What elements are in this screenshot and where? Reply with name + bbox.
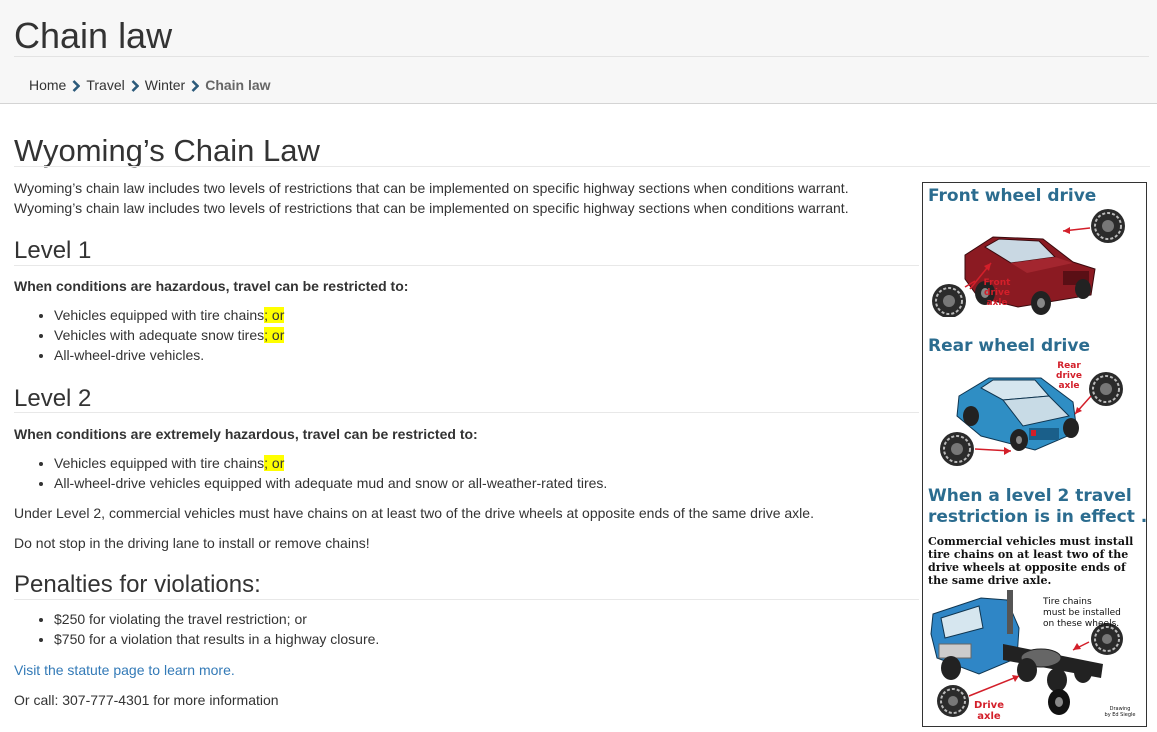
chain-law-infographic: Front wheel drive Front drive axle Rear … [922, 182, 1147, 727]
svg-text:drive: drive [1056, 371, 1082, 381]
penalties-heading: Penalties for violations: [14, 571, 261, 598]
front-wheel-drive-car-illustration: Front drive axle [932, 209, 1125, 317]
list-item: Vehicles with adequate snow tires; or [54, 325, 285, 345]
commercial-vehicle-note: tire chains on at least two of the [928, 548, 1129, 561]
call-paragraph: Or call: 307-777-4301 for more informati… [14, 692, 279, 708]
svg-text:must be installed: must be installed [1043, 608, 1121, 618]
svg-text:drive: drive [984, 288, 1010, 298]
section-divider [14, 599, 919, 600]
tire-chains-label: Tire chains [1042, 597, 1092, 607]
title-divider [14, 56, 1149, 57]
intro-paragraph: Wyoming’s chain law includes two levels … [14, 200, 849, 216]
svg-text:axle: axle [977, 711, 1001, 722]
svg-text:on these wheels.: on these wheels. [1043, 619, 1119, 629]
commercial-vehicle-note: the same drive axle. [928, 574, 1052, 587]
highlight: ; or [264, 327, 285, 343]
svg-text:axle: axle [986, 298, 1007, 308]
level2-heading: Level 2 [14, 385, 92, 412]
breadcrumb-home[interactable]: Home [29, 77, 66, 93]
list-item: Vehicles equipped with tire chains; or [54, 453, 607, 473]
rear-wheel-drive-heading: Rear wheel drive [928, 336, 1090, 356]
breadcrumb: Home Travel Winter Chain law [29, 76, 271, 96]
rear-drive-axle-label: Rear [1057, 361, 1081, 371]
list-item: All-wheel-drive vehicles. [54, 345, 284, 365]
chained-tire-icon [1091, 209, 1125, 243]
statute-link[interactable]: Visit the statute page to learn more. [14, 662, 235, 678]
list-item: Vehicles equipped with tire chains; or [54, 305, 285, 325]
intro-paragraph: Wyoming’s chain law includes two levels … [14, 180, 849, 196]
section-divider [14, 265, 919, 266]
statute-paragraph: Visit the statute page to learn more. [14, 660, 235, 680]
breadcrumb-travel[interactable]: Travel [86, 77, 124, 93]
level1-heading: Level 1 [14, 237, 92, 264]
penalties-list: $250 for violating the travel restrictio… [14, 609, 379, 649]
page-title: Chain law [14, 15, 173, 56]
highlight: ; or [264, 455, 285, 471]
svg-text:axle: axle [1058, 381, 1079, 391]
level2-warning: Do not stop in the driving lane to insta… [14, 535, 370, 551]
level2-lead: When conditions are extremely hazardous,… [14, 426, 478, 442]
front-wheel-drive-heading: Front wheel drive [928, 186, 1097, 206]
list-item: $250 for violating the travel restrictio… [54, 609, 379, 629]
highlight: ; or [264, 307, 285, 323]
chevron-right-icon [191, 78, 200, 96]
commercial-truck-illustration: Tire chains must be installed on these w… [930, 590, 1136, 722]
level2-list: Vehicles equipped with tire chains; or A… [14, 453, 607, 493]
main-heading: Wyoming’s Chain Law [14, 133, 320, 168]
level2-restriction-heading: restriction is in effect ... [928, 507, 1147, 527]
drive-axle-label: Drive [974, 700, 1004, 711]
level2-note: Under Level 2, commercial vehicles must … [14, 505, 814, 521]
breadcrumb-winter[interactable]: Winter [145, 77, 185, 93]
chevron-right-icon [72, 78, 81, 96]
chained-tire-icon [937, 685, 969, 717]
page-header: Chain law Home Travel Winter Chain law [0, 0, 1157, 104]
section-divider [14, 412, 919, 413]
chained-tire-icon [940, 432, 974, 466]
commercial-vehicle-note: drive wheels at opposite ends of [928, 561, 1126, 574]
heading-divider [14, 166, 1150, 167]
list-item: $750 for a violation that results in a h… [54, 629, 379, 649]
breadcrumb-current: Chain law [205, 77, 271, 93]
level1-lead: When conditions are hazardous, travel ca… [14, 278, 409, 294]
level1-list: Vehicles equipped with tire chains; or V… [14, 305, 285, 365]
front-drive-axle-label: Front [984, 278, 1012, 288]
level2-restriction-heading: When a level 2 travel [928, 486, 1132, 506]
rear-wheel-drive-car-illustration: Rear drive axle [940, 361, 1123, 466]
chained-tire-icon [1089, 372, 1123, 406]
list-item: All-wheel-drive vehicles equipped with a… [54, 473, 607, 493]
svg-text:by Ed Siegle: by Ed Siegle [1105, 712, 1136, 718]
chevron-right-icon [131, 78, 140, 96]
chained-tire-icon [932, 284, 966, 317]
commercial-vehicle-note: Commercial vehicles must install [928, 535, 1134, 548]
